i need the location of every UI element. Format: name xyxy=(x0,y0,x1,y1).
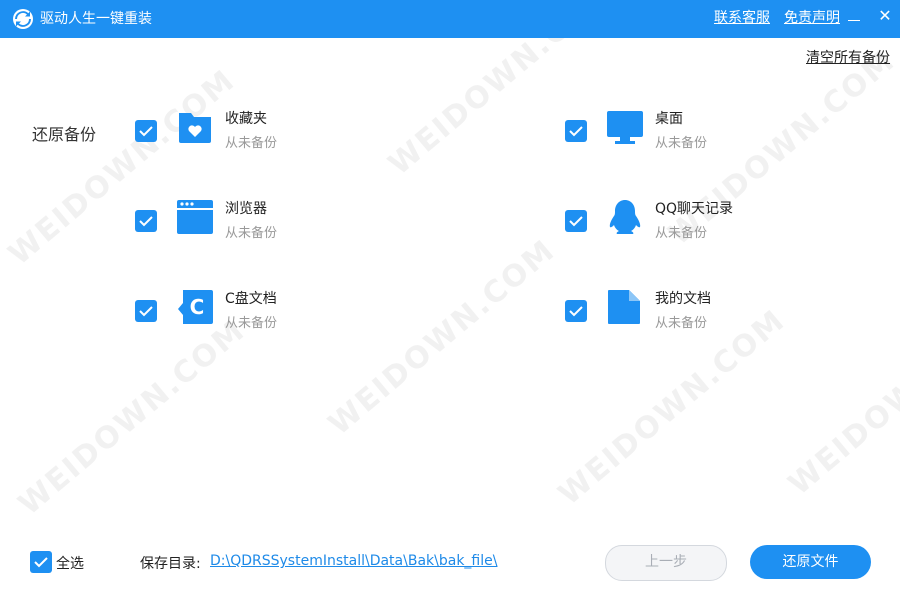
item-name: 我的文档 xyxy=(655,291,711,307)
watermark: WEIDOWN.COM xyxy=(321,232,563,443)
restore-files-button[interactable]: 还原文件 xyxy=(750,545,871,579)
item-name: 浏览器 xyxy=(225,201,267,217)
save-directory-label: 保存目录: xyxy=(140,556,201,572)
select-all-label: 全选 xyxy=(56,556,84,572)
app-title: 驱动人生一键重装 xyxy=(40,11,152,27)
document-icon xyxy=(608,290,640,324)
item-name: 桌面 xyxy=(655,111,683,127)
title-bar: 驱动人生一键重装 联系客服 免责声明 ✕ xyxy=(0,0,900,38)
checkbox-qq-chat[interactable] xyxy=(565,210,587,232)
clear-all-backups-link[interactable]: 清空所有备份 xyxy=(806,47,890,67)
watermark: WEIDOWN.COM xyxy=(11,312,253,523)
watermark: WEIDOWN.COM xyxy=(781,292,900,503)
watermark: WEIDOWN.COM xyxy=(551,302,793,513)
item-status: 从未备份 xyxy=(655,136,708,151)
desktop-monitor-icon xyxy=(607,111,643,144)
section-label: 还原备份 xyxy=(32,125,97,144)
qq-penguin-icon xyxy=(609,200,641,234)
item-status: 从未备份 xyxy=(655,226,708,241)
favorites-folder-icon xyxy=(179,113,211,143)
disclaimer-link[interactable]: 免责声明 xyxy=(784,9,840,27)
checkbox-browser[interactable] xyxy=(135,210,157,232)
checkbox-my-documents[interactable] xyxy=(565,300,587,322)
minimize-button[interactable] xyxy=(846,10,862,26)
item-status: 从未备份 xyxy=(225,226,278,241)
contact-support-link[interactable]: 联系客服 xyxy=(714,9,770,27)
app-logo-icon xyxy=(13,9,33,29)
item-status: 从未备份 xyxy=(225,316,278,331)
item-name: QQ聊天记录 xyxy=(655,201,734,217)
item-name: 收藏夹 xyxy=(225,111,267,127)
item-status: 从未备份 xyxy=(655,316,708,331)
checkbox-c-drive-docs[interactable] xyxy=(135,300,157,322)
save-directory-path-link[interactable]: D:\QDRSSystemInstall\Data\Bak\bak_file\ xyxy=(210,553,497,569)
c-drive-icon: C xyxy=(178,290,213,324)
svg-text:C: C xyxy=(190,295,205,319)
select-all-checkbox[interactable] xyxy=(30,551,52,573)
item-status: 从未备份 xyxy=(225,136,278,151)
browser-window-icon xyxy=(177,200,213,234)
previous-step-button[interactable]: 上一步 xyxy=(605,545,727,581)
close-button[interactable]: ✕ xyxy=(876,7,894,25)
checkbox-favorites[interactable] xyxy=(135,120,157,142)
checkbox-desktop[interactable] xyxy=(565,120,587,142)
watermark: WEIDOWN.COM xyxy=(1,62,243,273)
item-name: C盘文档 xyxy=(225,291,277,307)
